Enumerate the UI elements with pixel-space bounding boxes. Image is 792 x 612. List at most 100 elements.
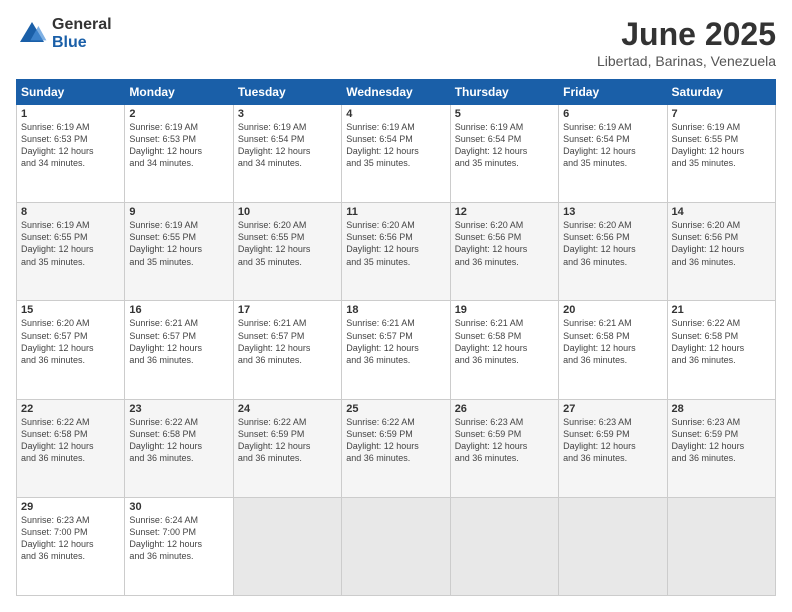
- day-number: 8: [21, 206, 120, 218]
- daylight-minutes: and 36 minutes.: [238, 453, 302, 463]
- sunrise-label: Sunrise: 6:19 AM: [21, 122, 90, 132]
- day-number: 14: [672, 206, 771, 218]
- day-number: 9: [129, 206, 228, 218]
- calendar-body: 1 Sunrise: 6:19 AM Sunset: 6:53 PM Dayli…: [17, 105, 776, 596]
- daylight-label: Daylight: 12 hours: [455, 244, 528, 254]
- table-cell: 10 Sunrise: 6:20 AM Sunset: 6:55 PM Dayl…: [233, 203, 341, 301]
- month-title: June 2025: [597, 16, 776, 53]
- col-thursday: Thursday: [450, 80, 558, 105]
- sunset-label: Sunset: 6:57 PM: [21, 331, 88, 341]
- sunset-label: Sunset: 6:54 PM: [238, 134, 305, 144]
- page: General Blue June 2025 Libertad, Barinas…: [0, 0, 792, 612]
- daylight-label: Daylight: 12 hours: [672, 441, 745, 451]
- daylight-label: Daylight: 12 hours: [563, 146, 636, 156]
- sunset-label: Sunset: 6:58 PM: [455, 331, 522, 341]
- col-sunday: Sunday: [17, 80, 125, 105]
- day-info: Sunrise: 6:19 AM Sunset: 6:54 PM Dayligh…: [455, 121, 554, 170]
- day-info: Sunrise: 6:21 AM Sunset: 6:57 PM Dayligh…: [238, 317, 337, 366]
- sunset-label: Sunset: 6:58 PM: [672, 331, 739, 341]
- sunset-label: Sunset: 6:59 PM: [455, 429, 522, 439]
- day-number: 18: [346, 304, 445, 316]
- daylight-minutes: and 36 minutes.: [238, 355, 302, 365]
- table-cell: 27 Sunrise: 6:23 AM Sunset: 6:59 PM Dayl…: [559, 399, 667, 497]
- daylight-label: Daylight: 12 hours: [129, 343, 202, 353]
- day-number: 22: [21, 403, 120, 415]
- daylight-label: Daylight: 12 hours: [238, 441, 311, 451]
- day-info: Sunrise: 6:24 AM Sunset: 7:00 PM Dayligh…: [129, 514, 228, 563]
- daylight-minutes: and 36 minutes.: [346, 355, 410, 365]
- day-info: Sunrise: 6:19 AM Sunset: 6:55 PM Dayligh…: [21, 219, 120, 268]
- daylight-minutes: and 34 minutes.: [238, 158, 302, 168]
- table-cell: 9 Sunrise: 6:19 AM Sunset: 6:55 PM Dayli…: [125, 203, 233, 301]
- sunrise-label: Sunrise: 6:22 AM: [21, 417, 90, 427]
- sunrise-label: Sunrise: 6:21 AM: [455, 318, 524, 328]
- daylight-minutes: and 35 minutes.: [346, 257, 410, 267]
- daylight-label: Daylight: 12 hours: [238, 244, 311, 254]
- table-cell: 24 Sunrise: 6:22 AM Sunset: 6:59 PM Dayl…: [233, 399, 341, 497]
- sunrise-label: Sunrise: 6:20 AM: [455, 220, 524, 230]
- sunrise-label: Sunrise: 6:20 AM: [238, 220, 307, 230]
- daylight-minutes: and 36 minutes.: [672, 257, 736, 267]
- day-info: Sunrise: 6:19 AM Sunset: 6:55 PM Dayligh…: [129, 219, 228, 268]
- daylight-minutes: and 36 minutes.: [21, 355, 85, 365]
- table-cell: 12 Sunrise: 6:20 AM Sunset: 6:56 PM Dayl…: [450, 203, 558, 301]
- table-cell: 23 Sunrise: 6:22 AM Sunset: 6:58 PM Dayl…: [125, 399, 233, 497]
- sunset-label: Sunset: 6:56 PM: [455, 232, 522, 242]
- daylight-minutes: and 36 minutes.: [563, 257, 627, 267]
- sunset-label: Sunset: 6:56 PM: [672, 232, 739, 242]
- table-cell: 4 Sunrise: 6:19 AM Sunset: 6:54 PM Dayli…: [342, 105, 450, 203]
- day-info: Sunrise: 6:19 AM Sunset: 6:55 PM Dayligh…: [672, 121, 771, 170]
- daylight-label: Daylight: 12 hours: [21, 146, 94, 156]
- sunrise-label: Sunrise: 6:19 AM: [129, 220, 198, 230]
- day-info: Sunrise: 6:20 AM Sunset: 6:57 PM Dayligh…: [21, 317, 120, 366]
- week-row-4: 22 Sunrise: 6:22 AM Sunset: 6:58 PM Dayl…: [17, 399, 776, 497]
- header-row: Sunday Monday Tuesday Wednesday Thursday…: [17, 80, 776, 105]
- daylight-minutes: and 36 minutes.: [672, 355, 736, 365]
- logo: General Blue: [16, 16, 112, 51]
- daylight-label: Daylight: 12 hours: [563, 343, 636, 353]
- day-info: Sunrise: 6:23 AM Sunset: 6:59 PM Dayligh…: [455, 416, 554, 465]
- col-monday: Monday: [125, 80, 233, 105]
- day-info: Sunrise: 6:23 AM Sunset: 6:59 PM Dayligh…: [672, 416, 771, 465]
- table-cell: 17 Sunrise: 6:21 AM Sunset: 6:57 PM Dayl…: [233, 301, 341, 399]
- table-cell: 26 Sunrise: 6:23 AM Sunset: 6:59 PM Dayl…: [450, 399, 558, 497]
- sunset-label: Sunset: 6:59 PM: [672, 429, 739, 439]
- title-section: June 2025 Libertad, Barinas, Venezuela: [597, 16, 776, 69]
- daylight-minutes: and 36 minutes.: [129, 453, 193, 463]
- sunset-label: Sunset: 6:55 PM: [672, 134, 739, 144]
- table-cell: 11 Sunrise: 6:20 AM Sunset: 6:56 PM Dayl…: [342, 203, 450, 301]
- day-info: Sunrise: 6:20 AM Sunset: 6:56 PM Dayligh…: [455, 219, 554, 268]
- table-cell: 5 Sunrise: 6:19 AM Sunset: 6:54 PM Dayli…: [450, 105, 558, 203]
- table-cell: 2 Sunrise: 6:19 AM Sunset: 6:53 PM Dayli…: [125, 105, 233, 203]
- day-number: 28: [672, 403, 771, 415]
- daylight-label: Daylight: 12 hours: [346, 146, 419, 156]
- day-info: Sunrise: 6:20 AM Sunset: 6:55 PM Dayligh…: [238, 219, 337, 268]
- day-number: 25: [346, 403, 445, 415]
- day-number: 24: [238, 403, 337, 415]
- day-info: Sunrise: 6:19 AM Sunset: 6:54 PM Dayligh…: [346, 121, 445, 170]
- day-info: Sunrise: 6:20 AM Sunset: 6:56 PM Dayligh…: [672, 219, 771, 268]
- sunset-label: Sunset: 6:57 PM: [346, 331, 413, 341]
- day-number: 5: [455, 108, 554, 120]
- day-number: 19: [455, 304, 554, 316]
- sunset-label: Sunset: 6:58 PM: [21, 429, 88, 439]
- table-cell: 6 Sunrise: 6:19 AM Sunset: 6:54 PM Dayli…: [559, 105, 667, 203]
- day-number: 20: [563, 304, 662, 316]
- sunset-label: Sunset: 6:59 PM: [238, 429, 305, 439]
- table-cell: 25 Sunrise: 6:22 AM Sunset: 6:59 PM Dayl…: [342, 399, 450, 497]
- daylight-minutes: and 35 minutes.: [238, 257, 302, 267]
- sunset-label: Sunset: 7:00 PM: [129, 527, 196, 537]
- sunrise-label: Sunrise: 6:19 AM: [21, 220, 90, 230]
- sunrise-label: Sunrise: 6:19 AM: [238, 122, 307, 132]
- day-number: 4: [346, 108, 445, 120]
- sunset-label: Sunset: 6:58 PM: [129, 429, 196, 439]
- location-title: Libertad, Barinas, Venezuela: [597, 53, 776, 69]
- daylight-label: Daylight: 12 hours: [455, 441, 528, 451]
- daylight-minutes: and 36 minutes.: [455, 453, 519, 463]
- day-number: 2: [129, 108, 228, 120]
- daylight-minutes: and 36 minutes.: [563, 453, 627, 463]
- sunrise-label: Sunrise: 6:23 AM: [563, 417, 632, 427]
- sunset-label: Sunset: 6:54 PM: [563, 134, 630, 144]
- sunset-label: Sunset: 6:57 PM: [238, 331, 305, 341]
- day-number: 1: [21, 108, 120, 120]
